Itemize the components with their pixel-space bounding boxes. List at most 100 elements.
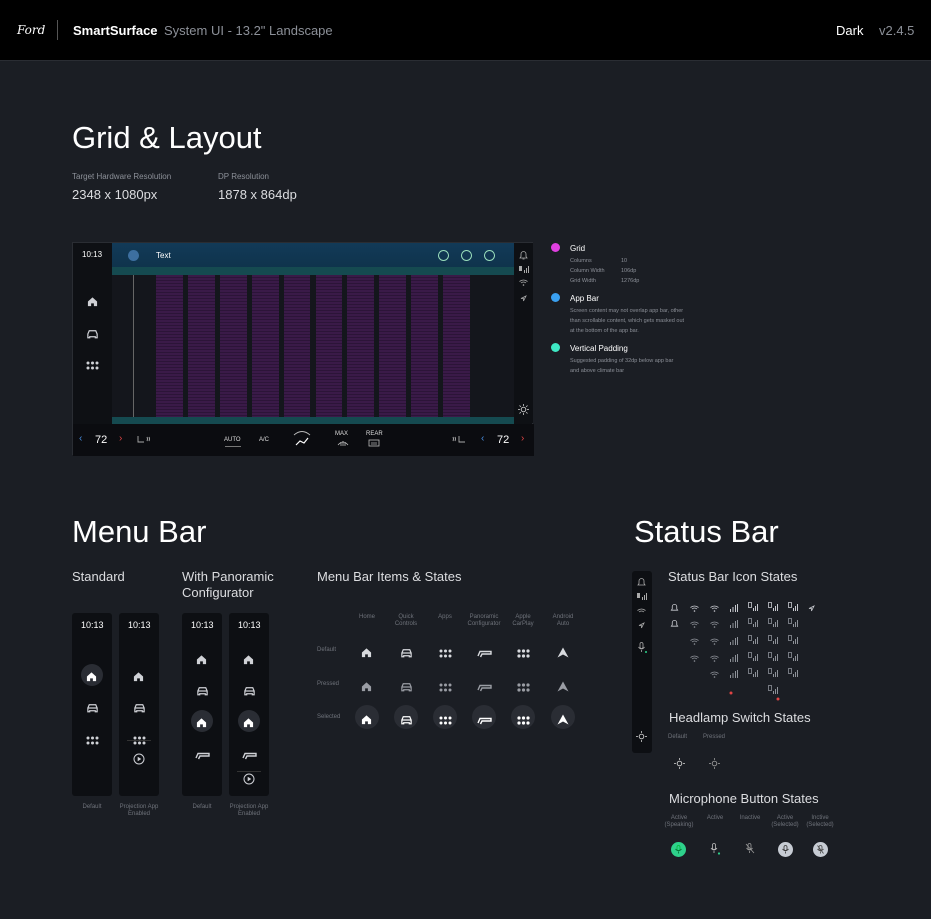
menu-bar-title: Menu Bar <box>72 514 207 549</box>
app-action-icon[interactable] <box>461 250 472 261</box>
headlamp-icon[interactable] <box>636 731 647 742</box>
carplay-icon[interactable] <box>516 645 530 658</box>
car-icon[interactable] <box>400 679 413 692</box>
phone-signal-icon <box>788 649 798 661</box>
vpad-legend-dot <box>551 343 560 352</box>
rear-defrost-icon <box>368 439 380 447</box>
headlamp-default-icon[interactable] <box>674 758 685 769</box>
temp-right-up-button[interactable]: › <box>521 433 524 444</box>
auto-button[interactable]: AUTO <box>224 437 241 443</box>
menu-clock: 10:13 <box>238 620 261 630</box>
home-icon[interactable] <box>361 679 374 692</box>
demo-status-bar <box>514 243 533 423</box>
car-icon[interactable] <box>400 712 413 725</box>
car-icon[interactable] <box>196 683 209 696</box>
car-icon[interactable] <box>86 329 99 339</box>
grid-column <box>315 275 343 417</box>
home-icon[interactable] <box>243 652 256 665</box>
appbar-desc: Screen content may not overlap app bar, … <box>570 308 684 314</box>
apps-icon[interactable] <box>439 712 452 725</box>
home-icon[interactable] <box>196 652 209 665</box>
home-icon[interactable] <box>361 645 374 658</box>
appbar-desc: than scrollable content, which gets mask… <box>570 318 685 324</box>
app-action-icon[interactable] <box>484 250 495 261</box>
fan-mode-icon[interactable] <box>290 429 314 449</box>
signal-icon <box>729 615 739 628</box>
panoramic-icon[interactable] <box>194 747 210 760</box>
app-action-icon[interactable] <box>438 250 449 261</box>
demo-clock: 10:13 <box>82 250 103 259</box>
carplay-icon[interactable] <box>516 679 530 692</box>
headlamp-icon[interactable] <box>518 404 529 415</box>
bell-icon <box>670 615 680 627</box>
apps-icon[interactable] <box>439 679 452 692</box>
home-icon[interactable] <box>133 669 146 682</box>
grid-layout-title: Grid & Layout <box>72 120 262 155</box>
home-icon[interactable] <box>361 712 374 725</box>
car-icon[interactable] <box>133 700 146 713</box>
seat-heat-right-icon[interactable] <box>451 435 467 445</box>
carplay-icon[interactable] <box>516 712 530 725</box>
divider <box>127 740 151 741</box>
mic-inactive-icon[interactable] <box>745 843 756 855</box>
projection-app-icon[interactable] <box>243 772 255 785</box>
apps-icon[interactable] <box>86 361 99 370</box>
menu-caption: Projection App Enabled <box>229 804 269 817</box>
panoramic-heading: With Panoramic <box>182 569 274 584</box>
vpad-desc: and above climate bar <box>570 368 625 374</box>
max-defrost-button[interactable]: MAX <box>335 431 348 437</box>
grid-column <box>187 275 215 417</box>
android-icon[interactable] <box>557 679 570 692</box>
states-column-header: Android Auto <box>552 614 574 627</box>
seat-heat-left-icon[interactable] <box>136 435 152 445</box>
phone-signal-icon <box>768 599 778 611</box>
phone-signal-icon <box>748 599 758 611</box>
top-bar: Ford SmartSurface System UI - 13.2" Land… <box>0 0 931 61</box>
signal-icon <box>729 632 739 645</box>
menu-caption: Projection App Enabled <box>119 804 159 817</box>
temp-left-down-button[interactable]: ‹ <box>79 433 82 444</box>
headlamp-pressed-icon[interactable] <box>709 758 720 769</box>
version-label: v2.4.5 <box>879 23 915 38</box>
pan-icon[interactable] <box>476 645 492 658</box>
location-icon <box>808 599 818 612</box>
menu-bar-preview: 10:13 <box>182 613 222 796</box>
rear-defrost-button[interactable]: REAR <box>366 431 383 437</box>
apps-icon[interactable] <box>439 645 452 658</box>
android-icon[interactable] <box>557 645 570 658</box>
pan-icon[interactable] <box>476 679 492 692</box>
menu-bar-preview: 10:13 <box>229 613 269 796</box>
home-icon[interactable] <box>87 296 98 307</box>
columns-label: Columns <box>570 258 592 264</box>
car-icon[interactable] <box>86 700 99 713</box>
theme-label[interactable]: Dark <box>836 23 863 38</box>
pan-icon[interactable] <box>476 712 492 725</box>
projection-app-icon[interactable] <box>133 752 145 765</box>
states-column-header: Quick Controls <box>394 614 418 627</box>
mic-active-speaking-button[interactable] <box>671 842 686 857</box>
car-icon[interactable] <box>400 645 413 658</box>
grid-column <box>443 275 470 417</box>
demo-menu-bar: 10:13 <box>73 243 112 423</box>
phone-signal-icon <box>748 632 758 644</box>
android-icon[interactable] <box>557 712 570 725</box>
mic-inactive-selected-button[interactable] <box>813 842 828 857</box>
ac-button[interactable]: A/C <box>259 437 269 443</box>
home-icon[interactable] <box>196 715 209 728</box>
home-icon[interactable] <box>243 715 256 728</box>
temp-left-up-button[interactable]: › <box>119 433 122 444</box>
grid-column <box>251 275 279 417</box>
mic-active-selected-button[interactable] <box>778 842 793 857</box>
temp-right-down-button[interactable]: ‹ <box>481 433 484 444</box>
apps-icon[interactable] <box>86 732 99 745</box>
vertical-padding-bottom <box>112 417 514 424</box>
microphone-icon[interactable] <box>638 642 647 653</box>
panoramic-icon[interactable] <box>241 747 257 760</box>
home-icon[interactable] <box>86 669 99 682</box>
grid-column <box>347 275 375 417</box>
signal-icon <box>637 593 647 600</box>
app-icon <box>128 250 139 261</box>
car-icon[interactable] <box>243 683 256 696</box>
apps-icon[interactable] <box>133 732 146 745</box>
mic-active-icon[interactable] <box>710 843 721 855</box>
